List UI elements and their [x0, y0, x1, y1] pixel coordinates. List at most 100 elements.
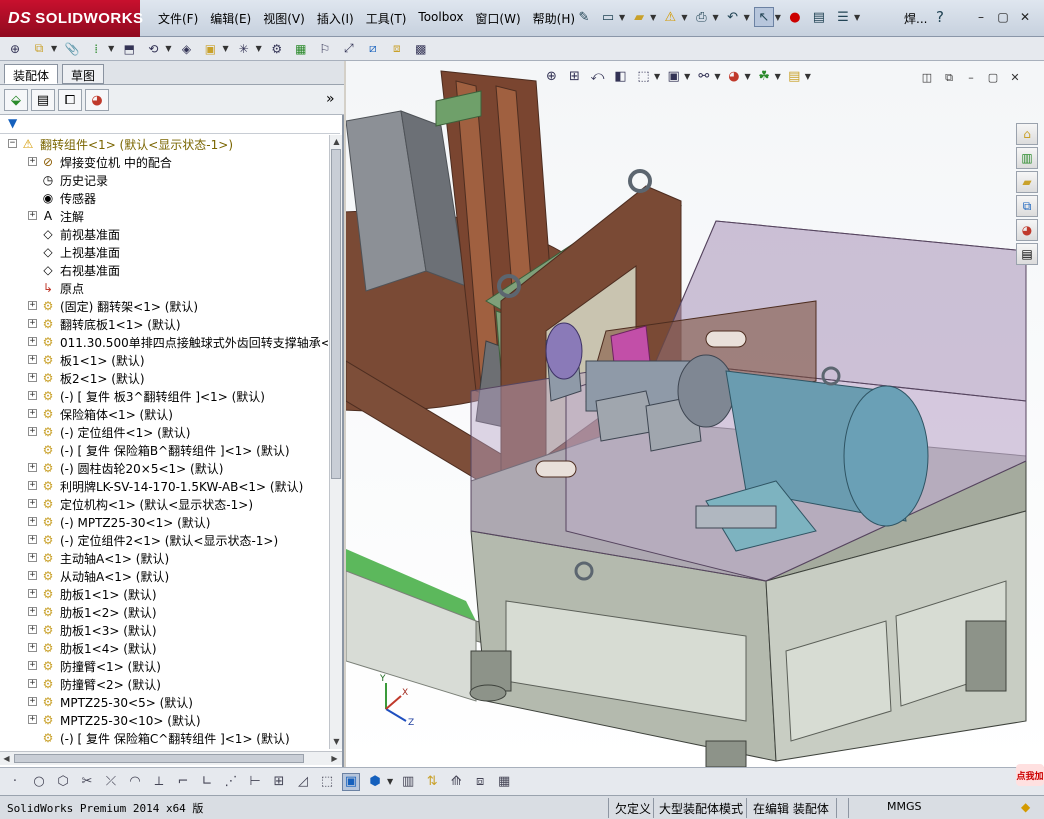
- file-explorer-icon[interactable]: ▰: [1016, 171, 1038, 193]
- help-icon[interactable]: ?: [936, 8, 944, 26]
- tree-row[interactable]: + ⚙ (-) [ 复件 板3^翻转组件 ]<1> (默认): [0, 387, 328, 405]
- minimize-icon[interactable]: –: [972, 8, 990, 26]
- tree-row[interactable]: + ⚙ 主动轴A<1> (默认): [0, 549, 328, 567]
- expand-icon[interactable]: +: [28, 643, 37, 652]
- tree-row[interactable]: + ⚙ 肋板1<4> (默认): [0, 639, 328, 657]
- display-dropdown-icon[interactable]: ▼: [684, 72, 690, 81]
- expand-icon[interactable]: +: [28, 301, 37, 310]
- menu-edit[interactable]: 编辑(E): [204, 9, 257, 28]
- tree-row[interactable]: ◇ 前视基准面: [0, 225, 328, 243]
- insert-components-icon[interactable]: ⇅: [423, 773, 441, 791]
- promo-badge[interactable]: 点我加: [1016, 764, 1044, 786]
- assembly-features-icon[interactable]: ▣: [201, 40, 219, 58]
- tree-row[interactable]: + ⚙ 定位机构<1> (默认<显示状态-1>): [0, 495, 328, 513]
- smart-fasteners-icon[interactable]: ⬒: [120, 40, 138, 58]
- print-dropdown-icon[interactable]: ▼: [712, 13, 718, 22]
- ruler-icon[interactable]: ◿: [294, 773, 312, 791]
- zoom-to-area-icon[interactable]: ⊞: [565, 67, 584, 86]
- feature-manager-tab-icon[interactable]: ⬙: [4, 89, 28, 111]
- tree-row[interactable]: + ⚙ MPTZ25-30<10> (默认): [0, 711, 328, 729]
- viewport-close-icon[interactable]: ✕: [1008, 71, 1022, 85]
- scroll-down-icon[interactable]: ▼: [330, 735, 343, 748]
- open-dropdown-icon[interactable]: ▼: [650, 13, 656, 22]
- reference-geometry-icon[interactable]: ✳: [235, 40, 253, 58]
- tab-sketch[interactable]: 草图: [62, 64, 105, 84]
- filter-bar[interactable]: ▼: [0, 115, 340, 134]
- move-dropdown-icon[interactable]: ▼: [165, 44, 171, 53]
- new-dropdown-icon[interactable]: ▼: [619, 13, 625, 22]
- viewport-minimize-icon[interactable]: –: [964, 71, 978, 85]
- paperclip-icon[interactable]: 📎: [63, 40, 81, 58]
- solidworks-logo[interactable]: DS SOLIDWORKS: [0, 0, 143, 37]
- tree-row[interactable]: ◇ 上视基准面: [0, 243, 328, 261]
- zoom-to-fit-icon[interactable]: ⊕: [542, 67, 561, 86]
- tree-row[interactable]: ◉ 传感器: [0, 189, 328, 207]
- view-orientation-icon[interactable]: ⬚: [634, 67, 653, 86]
- close-icon[interactable]: ✕: [1016, 8, 1034, 26]
- viewport-restore-icon[interactable]: ▢: [986, 71, 1000, 85]
- tree-row[interactable]: + ⚙ (-) 定位组件2<1> (默认<显示状态-1>): [0, 531, 328, 549]
- expand-icon[interactable]: +: [28, 697, 37, 706]
- linear-pattern-icon[interactable]: ⁞: [87, 40, 105, 58]
- menu-view[interactable]: 视图(V): [257, 9, 311, 28]
- tree-row[interactable]: + ⚙ (-) MPTZ25-30<1> (默认): [0, 513, 328, 531]
- restore-icon[interactable]: ▢: [994, 8, 1012, 26]
- features-dropdown-icon[interactable]: ▼: [222, 44, 228, 53]
- tree-row[interactable]: + ⚙ 防撞臂<1> (默认): [0, 657, 328, 675]
- tree-row[interactable]: ↳ 原点: [0, 279, 328, 297]
- move-triad-icon[interactable]: ⟰: [447, 773, 465, 791]
- exploded-view-icon[interactable]: ⚐: [316, 40, 334, 58]
- tree-vertical-scrollbar[interactable]: ▲ ▼: [329, 135, 342, 749]
- expand-icon[interactable]: +: [28, 715, 37, 724]
- dimension-icon[interactable]: ⊢: [246, 773, 264, 791]
- design-library-icon[interactable]: ▥: [1016, 147, 1038, 169]
- custom-properties-icon[interactable]: ▤: [1016, 243, 1038, 265]
- warning-icon[interactable]: ⚠: [660, 7, 680, 27]
- move-component-icon[interactable]: ⟲: [144, 40, 162, 58]
- collapse-icon[interactable]: −: [8, 139, 17, 148]
- rebuild-traffic-light-icon[interactable]: ●: [785, 7, 805, 27]
- trim-icon[interactable]: ✂: [78, 773, 96, 791]
- construction-line-icon[interactable]: ⋰: [222, 773, 240, 791]
- view-cube-icon[interactable]: ⬚: [318, 773, 336, 791]
- options-dropdown-icon[interactable]: ▼: [854, 13, 860, 22]
- appearance-dropdown-icon[interactable]: ▼: [744, 72, 750, 81]
- explode-line-sketch-icon[interactable]: ⤢: [340, 40, 358, 58]
- tree-row[interactable]: + ⚙ (固定) 翻转架<1> (默认): [0, 297, 328, 315]
- hide-show-items-icon[interactable]: ⚯: [694, 67, 713, 86]
- options-icon[interactable]: ☰: [833, 7, 853, 27]
- tree-horizontal-scrollbar[interactable]: ◀ ▶: [0, 751, 342, 765]
- polygon-icon[interactable]: ⬡: [54, 773, 72, 791]
- tree-row[interactable]: + A 注解: [0, 207, 328, 225]
- tree-row[interactable]: + ⚙ 翻转底板1<1> (默认): [0, 315, 328, 333]
- open-folder-icon[interactable]: ▰: [629, 7, 649, 27]
- expand-icon[interactable]: +: [28, 607, 37, 616]
- menu-help[interactable]: 帮助(H): [527, 9, 581, 28]
- property-manager-tab-icon[interactable]: ▤: [31, 89, 55, 111]
- expand-icon[interactable]: +: [28, 157, 37, 166]
- configuration-manager-tab-icon[interactable]: ⧠: [58, 89, 82, 111]
- tree-row[interactable]: + ⚙ (-) 圆柱齿轮20×5<1> (默认): [0, 459, 328, 477]
- mate-reference-icon[interactable]: ⧈: [471, 773, 489, 791]
- expand-icon[interactable]: +: [28, 319, 37, 328]
- tree-row[interactable]: + ⚙ 防撞臂<2> (默认): [0, 675, 328, 693]
- tree-row[interactable]: ⚙ (-) [ 复件 保险箱B^翻转组件 ]<1> (默认): [0, 441, 328, 459]
- expand-icon[interactable]: +: [28, 535, 37, 544]
- expand-icon[interactable]: +: [28, 463, 37, 472]
- menu-toolbox[interactable]: Toolbox: [412, 9, 469, 28]
- tree-row[interactable]: − ⚠ 翻转组件<1> (默认<显示状态-1>): [0, 135, 328, 153]
- fillet-icon[interactable]: ⌐: [174, 773, 192, 791]
- new-document-icon[interactable]: ▭: [598, 7, 618, 27]
- edit-appearance-icon[interactable]: ◕: [724, 67, 743, 86]
- tree-row[interactable]: ◷ 历史记录: [0, 171, 328, 189]
- tree-row[interactable]: +⚙主阳: [0, 747, 328, 749]
- expand-icon[interactable]: +: [28, 337, 37, 346]
- expand-icon[interactable]: +: [28, 517, 37, 526]
- shaded-view-icon[interactable]: ▣: [342, 772, 360, 791]
- pin-icon[interactable]: ✎: [574, 7, 594, 27]
- menu-window[interactable]: 窗口(W): [469, 9, 526, 28]
- scroll-left-icon[interactable]: ◀: [0, 752, 13, 765]
- apply-scene-icon[interactable]: ☘: [755, 67, 774, 86]
- tree-row[interactable]: + ⚙ 肋板1<1> (默认): [0, 585, 328, 603]
- grid-icon[interactable]: ⊞: [270, 773, 288, 791]
